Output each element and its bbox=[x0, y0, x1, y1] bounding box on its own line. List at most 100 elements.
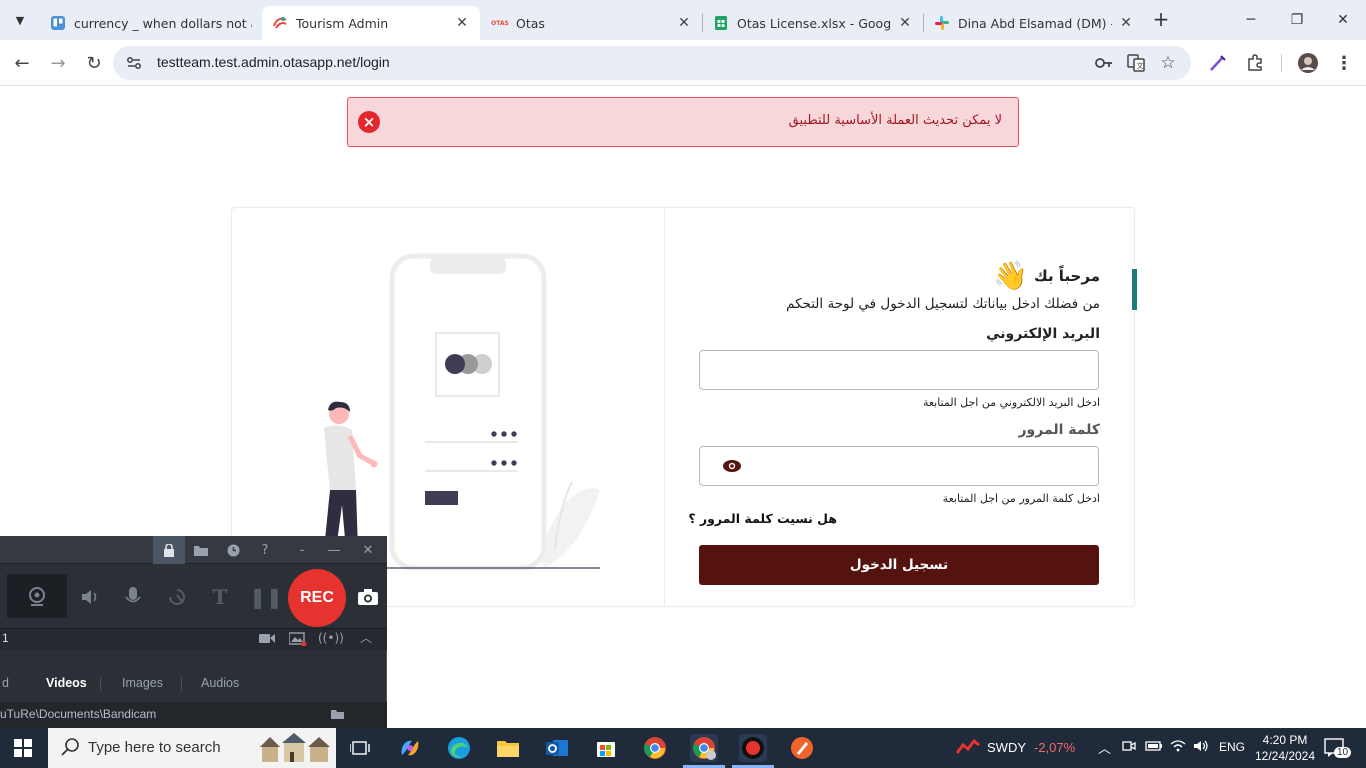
language-indicator[interactable]: ENG bbox=[1219, 740, 1245, 754]
folder-icon[interactable] bbox=[331, 708, 344, 722]
restore-button[interactable]: ❐ bbox=[1274, 6, 1320, 34]
eye-icon[interactable] bbox=[722, 459, 742, 473]
bandicam-tab-partial[interactable]: d bbox=[2, 676, 9, 690]
url-text[interactable]: testteam.test.admin.otasapp.net/login bbox=[157, 54, 390, 70]
alert-message: لا يمكن تحديث العملة الأساسية للتطبيق bbox=[788, 113, 1002, 128]
waving-hand-icon: 👋 bbox=[993, 259, 1028, 292]
image-icon[interactable] bbox=[288, 632, 307, 650]
tab-otas[interactable]: OTAS Otas ✕ bbox=[482, 6, 702, 40]
close-icon[interactable]: ✕ bbox=[676, 15, 692, 31]
email-label: البريد الإلكتروني bbox=[986, 326, 1100, 342]
chevron-down-icon: ▼ bbox=[15, 13, 25, 27]
close-icon[interactable]: ✕ bbox=[454, 15, 470, 31]
extensions-puzzle-icon[interactable] bbox=[1244, 52, 1266, 74]
password-label: كلمة المرور bbox=[1018, 422, 1100, 438]
address-bar[interactable]: testteam.test.admin.otasapp.net/login 文 … bbox=[113, 46, 1191, 80]
email-hint: ادخل البريد الالكتروني من اجل المتابعة bbox=[922, 396, 1100, 409]
arrow-right-icon: → bbox=[50, 52, 66, 74]
speaker-icon[interactable] bbox=[76, 582, 106, 612]
camera-icon[interactable] bbox=[353, 582, 383, 612]
welcome-heading: مرحباً بك 👋 bbox=[993, 262, 1100, 290]
meet-now-icon[interactable] bbox=[1122, 739, 1136, 756]
bookmark-star-icon[interactable]: ☆ bbox=[1158, 53, 1178, 73]
password-field[interactable] bbox=[699, 446, 1099, 486]
close-icon[interactable]: ✕ bbox=[1118, 15, 1134, 31]
minimize-icon[interactable]: — bbox=[325, 541, 343, 559]
collapse-icon[interactable]: - bbox=[293, 541, 311, 559]
clock-icon[interactable] bbox=[224, 541, 242, 559]
minimize-button[interactable]: ─ bbox=[1228, 6, 1274, 34]
file-explorer-icon[interactable] bbox=[494, 734, 522, 762]
edge-browser-icon[interactable] bbox=[445, 734, 473, 762]
toolbar-divider bbox=[1281, 54, 1282, 72]
card-divider bbox=[664, 208, 665, 606]
chevron-up-icon[interactable]: ︿ bbox=[1098, 738, 1111, 757]
login-illustration bbox=[300, 250, 620, 580]
outlook-icon[interactable] bbox=[543, 734, 571, 762]
stock-chart-icon bbox=[955, 738, 980, 758]
system-clock[interactable]: 4:20 PM 12/24/2024 bbox=[1250, 732, 1320, 764]
windows-start-icon[interactable] bbox=[14, 739, 32, 757]
translate-icon[interactable]: 文 bbox=[1126, 53, 1146, 73]
video-icon[interactable] bbox=[259, 632, 275, 648]
search-icon bbox=[60, 737, 80, 761]
pause-icon[interactable]: ❚❚ bbox=[249, 582, 283, 612]
tab-currency[interactable]: currency _ when dollars not a bbox=[40, 6, 262, 40]
more-menu-icon[interactable]: ⋮ bbox=[1333, 52, 1355, 74]
error-alert: × لا يمكن تحديث العملة الأساسية للتطبيق bbox=[347, 97, 1019, 147]
broadcast-icon[interactable]: ((•)) bbox=[318, 631, 344, 645]
tab-tourism-admin[interactable]: Tourism Admin ✕ bbox=[262, 6, 480, 40]
close-icon[interactable]: ✕ bbox=[359, 541, 377, 559]
close-circle-icon[interactable]: × bbox=[358, 111, 380, 133]
webcam-icon[interactable] bbox=[22, 582, 52, 612]
avatar[interactable] bbox=[1297, 52, 1319, 74]
tab-title: currency _ when dollars not a bbox=[74, 15, 252, 31]
site-settings-icon[interactable] bbox=[125, 54, 143, 72]
close-icon[interactable]: ✕ bbox=[897, 15, 913, 31]
tab-slack-dm[interactable]: Dina Abd Elsamad (DM) - Sc ✕ bbox=[924, 6, 1144, 40]
stock-change: -2,07% bbox=[1034, 740, 1076, 755]
tab-title: Tourism Admin bbox=[296, 15, 389, 31]
forward-button[interactable]: → bbox=[46, 51, 70, 75]
battery-icon[interactable] bbox=[1145, 740, 1163, 755]
bandicam-tab-audios[interactable]: Audios bbox=[201, 676, 239, 690]
microphone-icon[interactable] bbox=[118, 582, 148, 612]
bandicam-tab-videos[interactable]: Videos bbox=[46, 676, 87, 690]
browser-tab-strip: ▼ currency _ when dollars not a Tourism … bbox=[0, 0, 1366, 40]
copilot-icon[interactable] bbox=[396, 734, 424, 762]
pen-app-icon[interactable] bbox=[788, 734, 816, 762]
record-button[interactable]: REC bbox=[288, 569, 346, 627]
folder-icon[interactable] bbox=[192, 541, 210, 559]
bandicam-icon[interactable] bbox=[739, 734, 767, 762]
login-subtitle: من فضلك ادخل بياناتك لتسجيل الدخول في لو… bbox=[786, 296, 1100, 312]
forgot-password-link[interactable]: هل نسيت كلمة المرور ؟ bbox=[688, 511, 837, 526]
wifi-icon[interactable] bbox=[1170, 739, 1186, 756]
window-close-button[interactable]: ✕ bbox=[1320, 6, 1366, 34]
chrome-profile-icon[interactable] bbox=[690, 734, 718, 762]
extension-pen-icon[interactable] bbox=[1207, 52, 1229, 74]
chevron-up-icon[interactable]: ︿ bbox=[360, 629, 372, 646]
login-button[interactable]: تسجيل الدخول bbox=[699, 545, 1099, 585]
help-icon[interactable]: ? bbox=[256, 541, 274, 559]
otas-logo-icon: OTAS bbox=[491, 19, 509, 27]
text-overlay-icon[interactable]: T bbox=[205, 582, 235, 612]
taskbar-search[interactable]: Type here to search bbox=[48, 728, 336, 768]
back-button[interactable]: ← bbox=[10, 51, 34, 75]
clock-date: 12/24/2024 bbox=[1254, 749, 1316, 763]
bandicam-path: uTuRe\Documents\Bandicam bbox=[0, 707, 157, 721]
task-view-icon[interactable] bbox=[346, 734, 374, 762]
email-field[interactable] bbox=[699, 350, 1099, 390]
password-key-icon[interactable] bbox=[1094, 53, 1114, 73]
chrome-icon[interactable] bbox=[641, 734, 669, 762]
village-illustration-icon bbox=[260, 732, 332, 768]
cursor-effect-icon[interactable] bbox=[162, 582, 192, 612]
volume-icon[interactable] bbox=[1193, 739, 1209, 756]
lock-icon[interactable] bbox=[160, 541, 178, 559]
microsoft-store-icon[interactable] bbox=[592, 734, 620, 762]
tab-search-button[interactable]: ▼ bbox=[8, 8, 32, 32]
reload-button[interactable]: ↻ bbox=[82, 51, 106, 75]
tab-otas-license[interactable]: Otas License.xlsx - Google Sh ✕ bbox=[703, 6, 923, 40]
bandicam-tab-images[interactable]: Images bbox=[122, 676, 163, 690]
new-tab-button[interactable]: + bbox=[1150, 9, 1172, 31]
stock-ticker[interactable]: SWDY bbox=[987, 740, 1026, 755]
